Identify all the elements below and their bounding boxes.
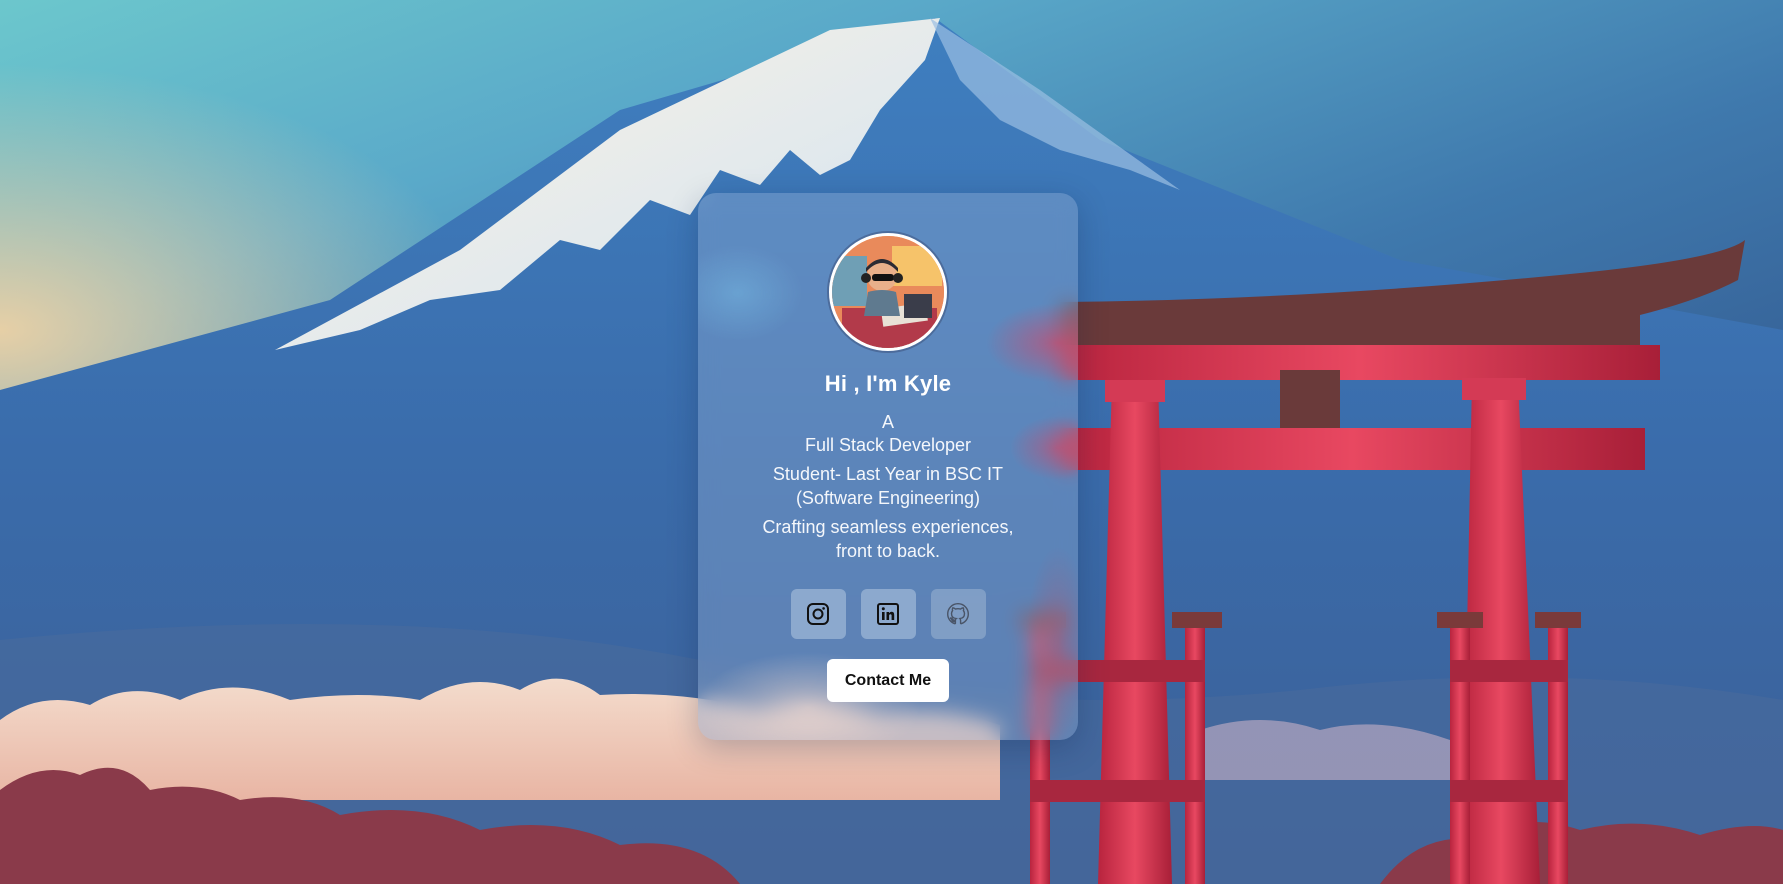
github-button[interactable]: [930, 589, 986, 639]
role-title: Full Stack Developer: [804, 435, 972, 455]
contact-me-button[interactable]: Contact Me: [827, 659, 949, 702]
avatar-illustration: [832, 236, 944, 348]
background-scene: Hi , I'm Kyle A Full Stack Developer Stu…: [0, 0, 1783, 884]
tagline-line-1: Crafting seamless experiences,: [762, 517, 1014, 537]
avatar: [829, 233, 947, 351]
profile-card: Hi , I'm Kyle A Full Stack Developer Stu…: [698, 193, 1078, 740]
linkedin-icon: [877, 603, 899, 625]
tagline-text: Crafting seamless experiences, front to …: [762, 515, 1013, 563]
greeting-heading: Hi , I'm Kyle: [824, 371, 952, 396]
education-line-1: Student- Last Year in BSC IT: [772, 464, 1004, 484]
instagram-button[interactable]: [790, 589, 846, 639]
education-text: Student- Last Year in BSC IT (Software E…: [773, 462, 1003, 510]
github-icon: [947, 603, 969, 625]
role-prefix: A: [881, 412, 894, 432]
education-line-2: (Software Engineering): [795, 488, 981, 508]
linkedin-button[interactable]: [860, 589, 916, 639]
social-links: [790, 589, 986, 639]
instagram-icon: [807, 603, 829, 625]
tagline-line-2: front to back.: [835, 541, 941, 561]
